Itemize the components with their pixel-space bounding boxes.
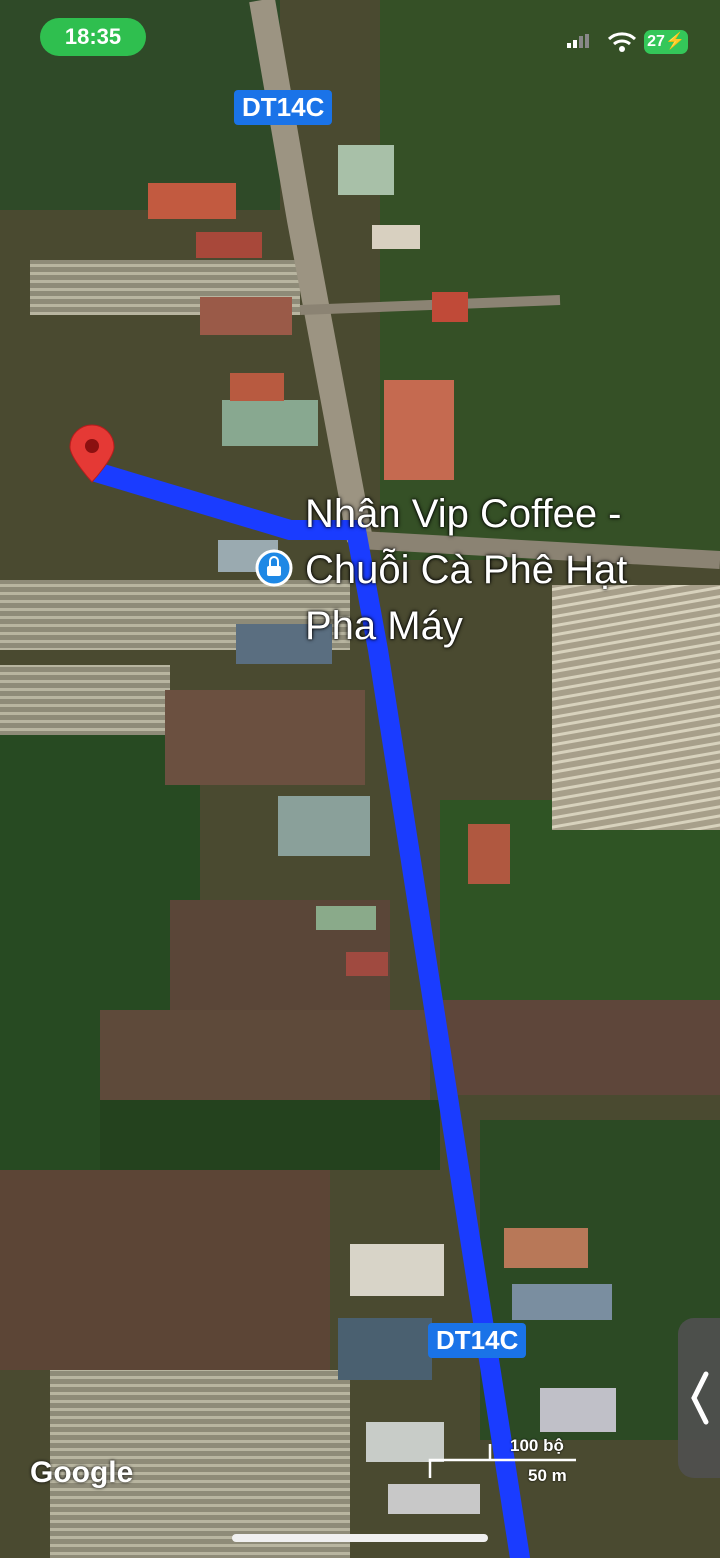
bare-field	[440, 1000, 720, 1095]
road-label: DT14C	[428, 1323, 527, 1358]
bare-field	[100, 1010, 430, 1100]
side-panel-handle[interactable]	[678, 1318, 720, 1478]
place-label[interactable]: Nhân Vip Coffee - Chuỗi Cà Phê Hạt Pha M…	[305, 486, 715, 654]
google-logo: Google	[30, 1456, 134, 1489]
satellite-map[interactable]	[0, 0, 720, 1558]
bare-field	[165, 690, 365, 785]
wifi-icon	[607, 32, 637, 52]
battery-icon: 27⚡	[644, 30, 688, 54]
signal-icon	[567, 34, 589, 48]
lock-bag-icon[interactable]	[255, 549, 293, 587]
status-bar: 18:35 27⚡	[0, 0, 720, 80]
home-indicator[interactable]	[232, 1534, 488, 1542]
chevron-left-icon	[691, 1371, 709, 1425]
scale-imperial: 100 bộ	[510, 1436, 564, 1455]
road-label: DT14C	[234, 90, 333, 125]
scale-metric: 50 m	[528, 1466, 567, 1485]
bare-field	[0, 1170, 330, 1370]
forest-area	[100, 1100, 440, 1170]
crop-field	[0, 665, 170, 735]
clock: 18:35	[40, 18, 146, 56]
